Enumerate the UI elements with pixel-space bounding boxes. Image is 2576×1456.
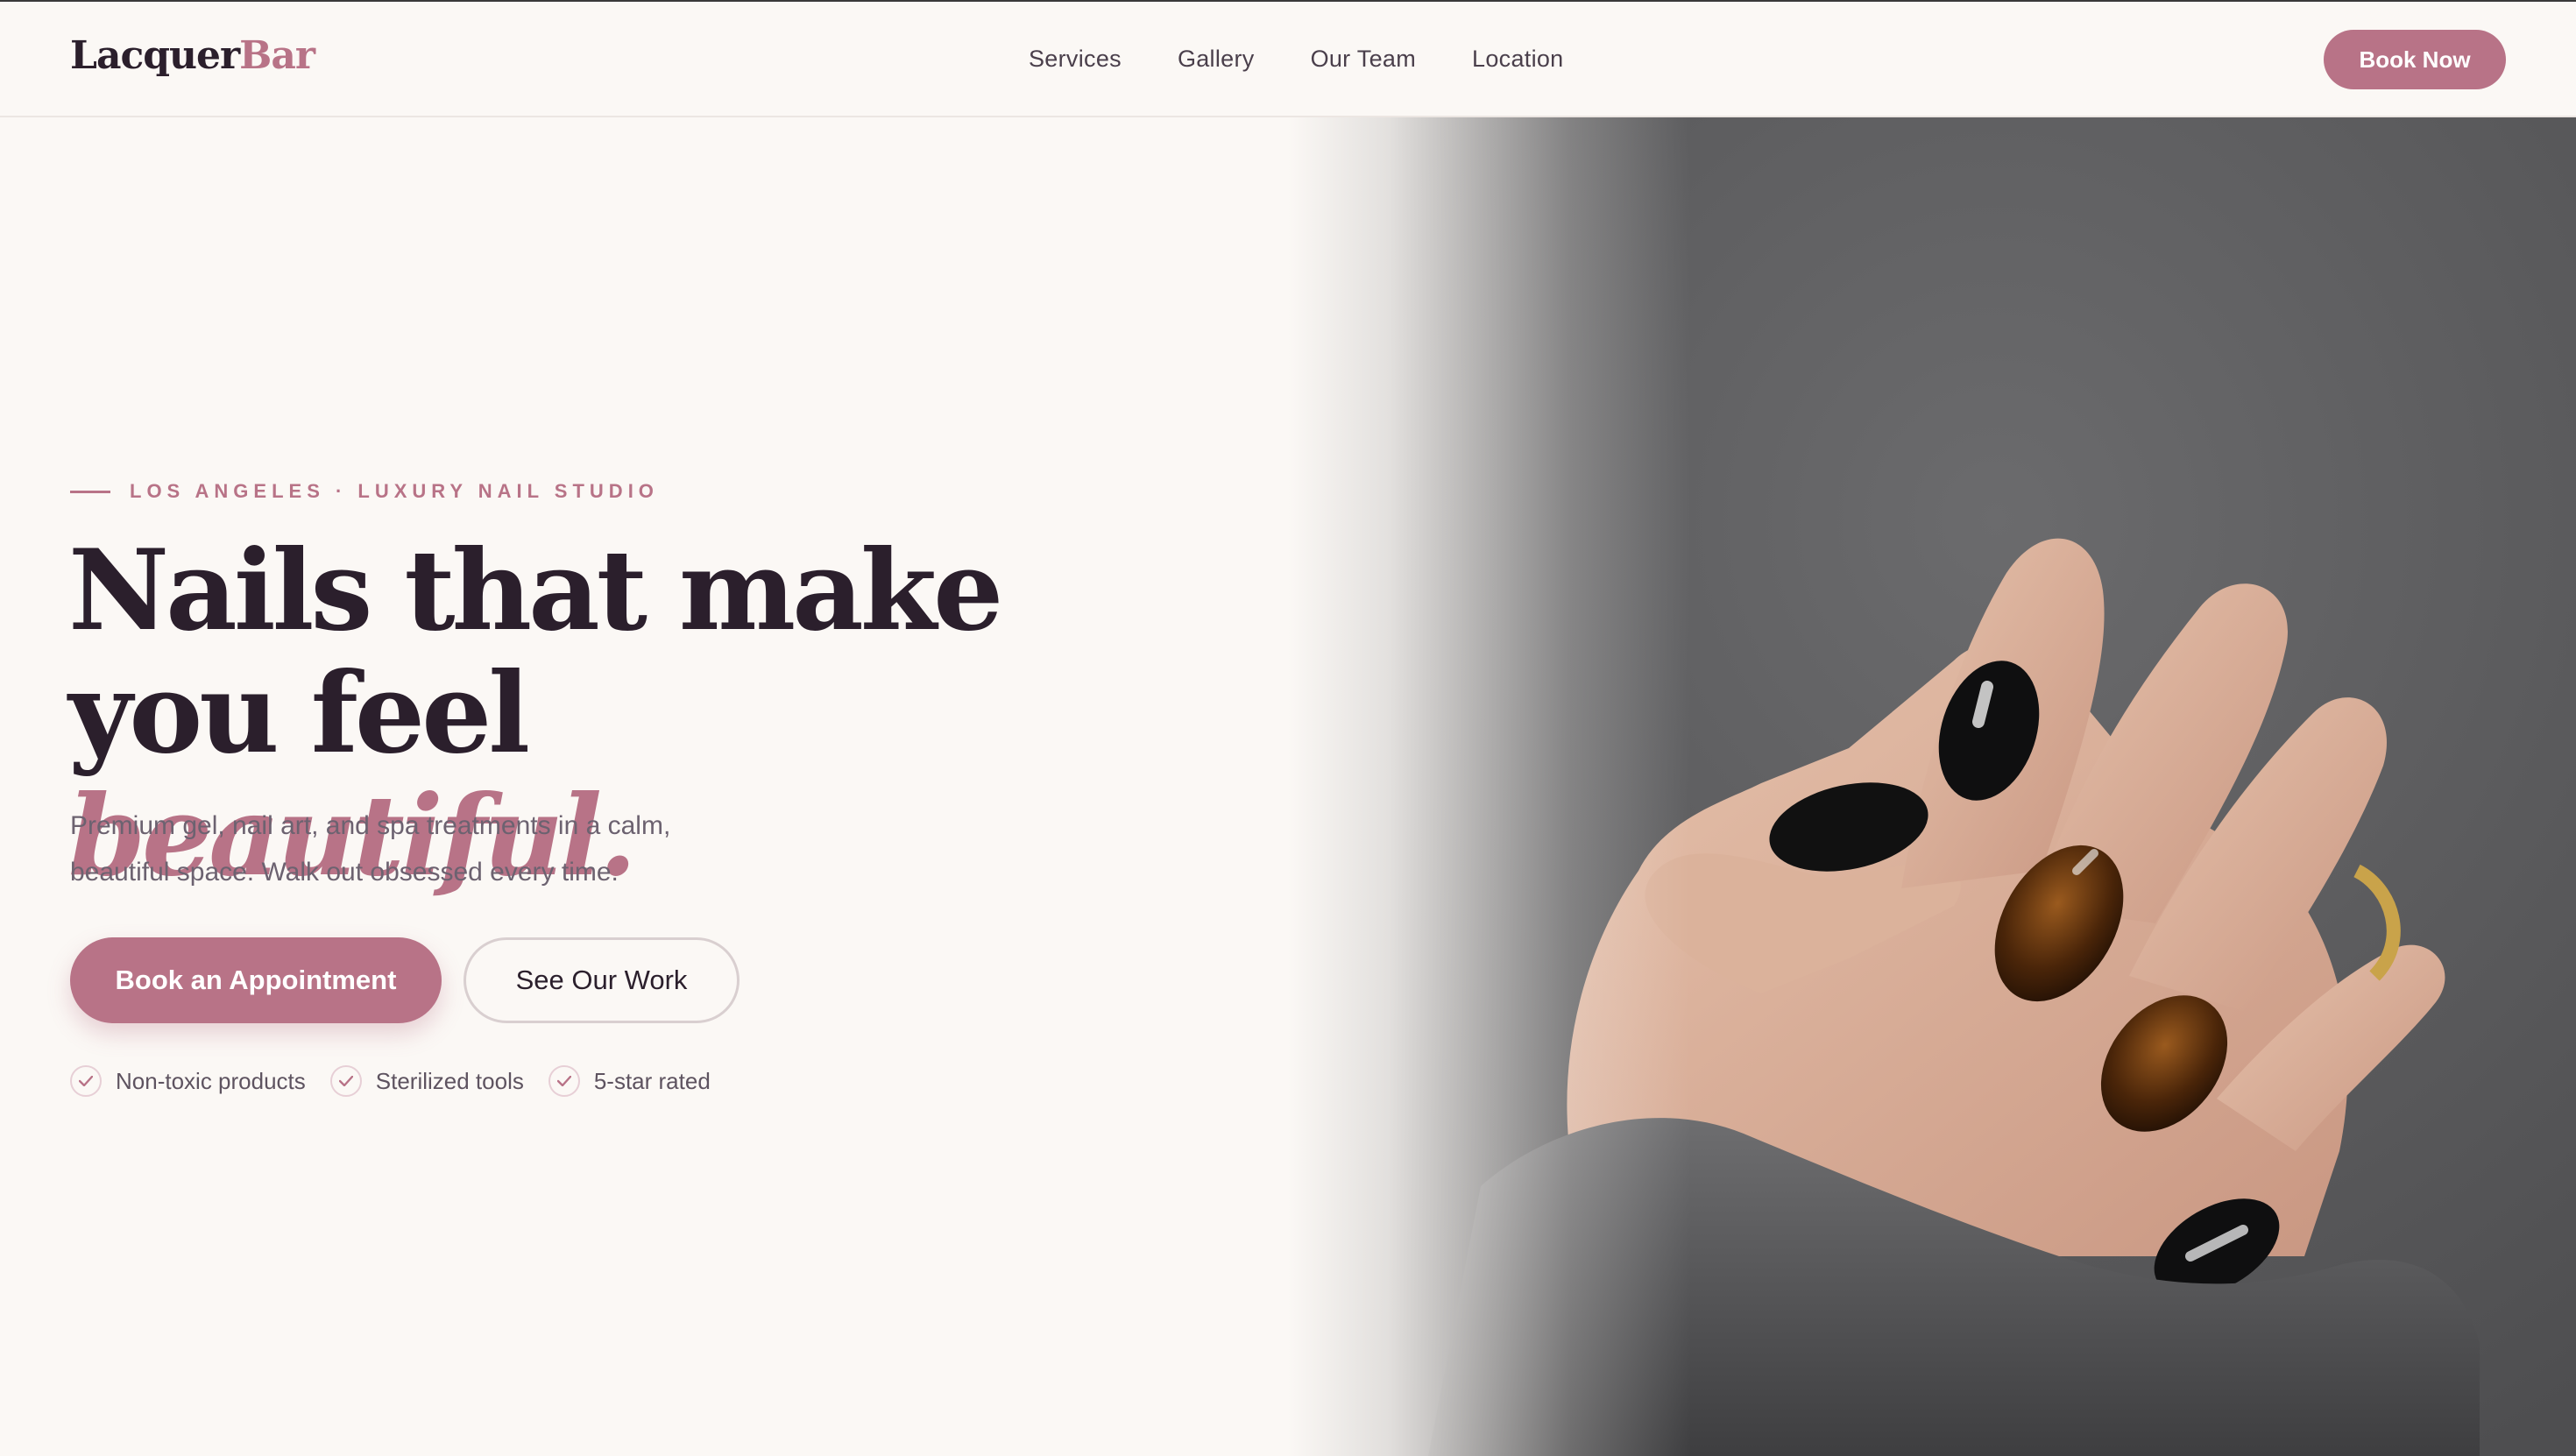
hero-lede: Premium gel, nail art, and spa treatment…	[70, 802, 754, 895]
nav-item-location[interactable]: Location	[1472, 46, 1563, 73]
badge-label: Non-toxic products	[116, 1067, 306, 1094]
site-header: Lacquer Bar Services Gallery Our Team Loc…	[0, 2, 2576, 117]
book-now-button[interactable]: Book Now	[2324, 30, 2506, 89]
brand-logo[interactable]: Lacquer Bar	[70, 33, 315, 78]
main-nav: Services Gallery Our Team Location	[1029, 46, 1564, 73]
check-icon	[548, 1065, 580, 1097]
nav-item-services[interactable]: Services	[1029, 46, 1122, 73]
see-our-work-button[interactable]: See Our Work	[464, 937, 740, 1023]
headline-line-2-start: you feel	[68, 648, 530, 778]
nav-item-our-team[interactable]: Our Team	[1311, 46, 1416, 73]
badge-sterilized: Sterilized tools	[329, 1065, 524, 1097]
eyebrow-dash	[70, 490, 110, 493]
image-fade-overlay	[1288, 117, 1691, 1456]
hero-image	[1288, 117, 2576, 1456]
lede-line-2: beautiful space. Walk out obsessed every…	[70, 858, 619, 887]
logo-text-primary: Lacquer	[70, 33, 240, 78]
headline-line-1: Nails that make	[68, 526, 1003, 655]
badge-label: 5-star rated	[593, 1067, 711, 1094]
badge-rated: 5-star rated	[548, 1065, 711, 1097]
badge-label: Sterilized tools	[375, 1067, 524, 1094]
logo-text-accent: Bar	[239, 33, 315, 78]
trust-badges: Non-toxic products Sterilized tools 5-st…	[70, 1065, 711, 1097]
hero-eyebrow: LOS ANGELES · LUXURY NAIL STUDIO	[70, 480, 659, 503]
lede-line-1: Premium gel, nail art, and spa treatment…	[70, 811, 671, 840]
book-appointment-button[interactable]: Book an Appointment	[70, 937, 442, 1023]
nav-item-gallery[interactable]: Gallery	[1178, 46, 1255, 73]
check-icon	[329, 1065, 362, 1097]
eyebrow-text: LOS ANGELES · LUXURY NAIL STUDIO	[130, 480, 659, 502]
badge-non-toxic: Non-toxic products	[70, 1065, 306, 1097]
check-icon	[70, 1065, 102, 1097]
